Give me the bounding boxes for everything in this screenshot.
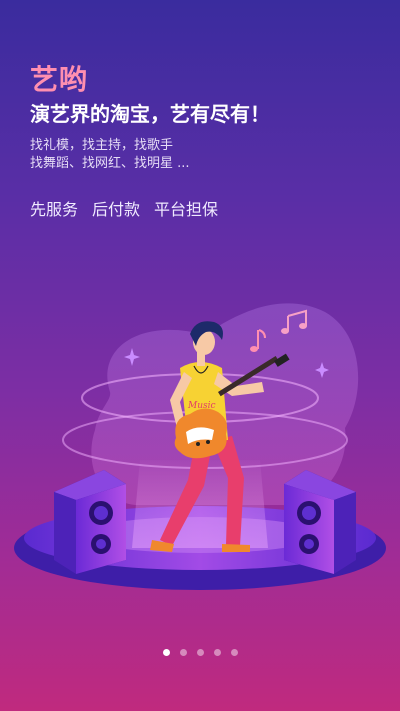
right-speaker-icon [284, 470, 356, 574]
left-speaker-icon [54, 470, 126, 574]
page-dot-4[interactable] [213, 649, 221, 656]
feature-item-pay-later: 后付款 [92, 200, 141, 219]
description-line-2: 找舞蹈、找网红、找明星 ... [30, 156, 190, 171]
guitarist-illustration: Music [14, 303, 386, 590]
page-dot-3[interactable] [196, 649, 204, 656]
description-line-1: 找礼模，找主持，找歌手 [30, 138, 174, 153]
brand-logo: 艺哟 [30, 63, 89, 96]
page-dot-5[interactable] [230, 649, 238, 656]
page-dot-2[interactable] [179, 649, 187, 656]
page-dot-1[interactable] [162, 649, 170, 656]
tagline: 演艺界的淘宝，艺有尽有！ [30, 102, 270, 126]
feature-item-serve-first: 先服务 [30, 200, 79, 219]
page-indicator [0, 649, 400, 656]
feature-item-platform-guarantee: 平台担保 [154, 200, 219, 219]
feature-list: 先服务 后付款 平台担保 [30, 196, 218, 220]
